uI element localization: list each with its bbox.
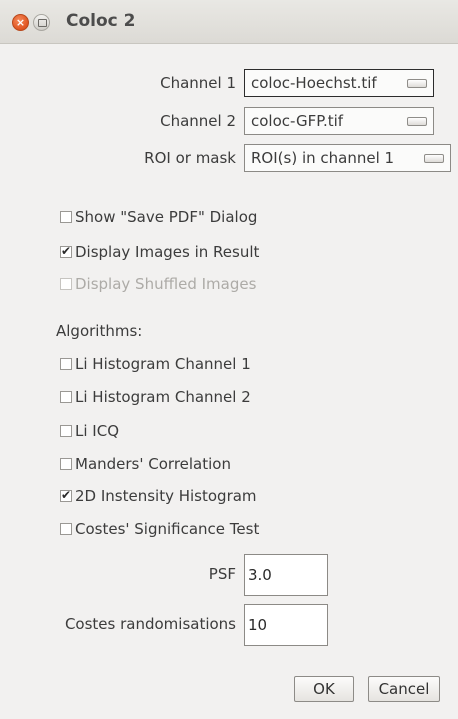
algorithm-label: Li Histogram Channel 1 [75, 355, 251, 373]
channel2-dropdown[interactable]: coloc-GFP.tif [244, 107, 434, 135]
psf-label: PSF [208, 565, 236, 583]
2d-intensity-histogram-checkbox[interactable]: 2D Instensity Histogram [60, 487, 257, 505]
close-icon[interactable]: × [12, 14, 29, 31]
checkbox-box [60, 391, 72, 403]
ok-button[interactable]: OK [294, 676, 354, 702]
algorithm-label: Costes' Significance Test [75, 520, 260, 538]
channel1-value: coloc-Hoechst.tif [251, 74, 377, 92]
display-shuffled-checkbox: Display Shuffled Images [60, 275, 256, 293]
algorithms-heading: Algorithms: [56, 322, 143, 340]
dropdown-arrow-icon [407, 117, 427, 126]
costes-randomisations-input[interactable]: 10 [244, 604, 328, 646]
algorithm-label: Li ICQ [75, 422, 119, 440]
channel2-value: coloc-GFP.tif [251, 112, 344, 130]
manders-correlation-checkbox[interactable]: Manders' Correlation [60, 455, 231, 473]
dropdown-arrow-icon [424, 154, 444, 163]
dropdown-arrow-icon [407, 79, 427, 88]
option-label: Display Images in Result [75, 243, 260, 261]
display-images-checkbox[interactable]: Display Images in Result [60, 243, 259, 261]
checkbox-box [60, 523, 72, 535]
roi-value: ROI(s) in channel 1 [251, 149, 395, 167]
roi-label: ROI or mask [144, 149, 236, 167]
checkmark-icon [60, 244, 72, 258]
psf-input[interactable]: 3.0 [244, 554, 328, 596]
checkmark-icon [60, 488, 72, 502]
option-label: Display Shuffled Images [75, 275, 257, 293]
li-histogram-ch2-checkbox[interactable]: Li Histogram Channel 2 [60, 388, 251, 406]
costes-significance-checkbox[interactable]: Costes' Significance Test [60, 520, 259, 538]
li-histogram-ch1-checkbox[interactable]: Li Histogram Channel 1 [60, 355, 251, 373]
costes-randomisations-label: Costes randomisations [64, 615, 236, 633]
algorithm-label: 2D Instensity Histogram [75, 487, 257, 505]
cancel-button[interactable]: Cancel [368, 676, 440, 702]
maximize-icon[interactable] [33, 14, 50, 31]
roi-dropdown[interactable]: ROI(s) in channel 1 [244, 144, 451, 172]
checkbox-box [60, 458, 72, 470]
channel1-label: Channel 1 [160, 74, 236, 92]
option-label: Show "Save PDF" Dialog [75, 208, 258, 226]
title-bar: × Coloc 2 [0, 0, 458, 44]
li-icq-checkbox[interactable]: Li ICQ [60, 422, 119, 440]
checkbox-box [60, 211, 72, 223]
checkbox-box [60, 425, 72, 437]
checkbox-box [60, 358, 72, 370]
algorithm-label: Li Histogram Channel 2 [75, 388, 251, 406]
checkbox-box [60, 278, 72, 290]
algorithm-label: Manders' Correlation [75, 455, 231, 473]
show-save-pdf-checkbox[interactable]: Show "Save PDF" Dialog [60, 208, 257, 226]
channel2-label: Channel 2 [160, 112, 236, 130]
window-title: Coloc 2 [66, 11, 136, 31]
channel1-dropdown[interactable]: coloc-Hoechst.tif [244, 69, 434, 97]
